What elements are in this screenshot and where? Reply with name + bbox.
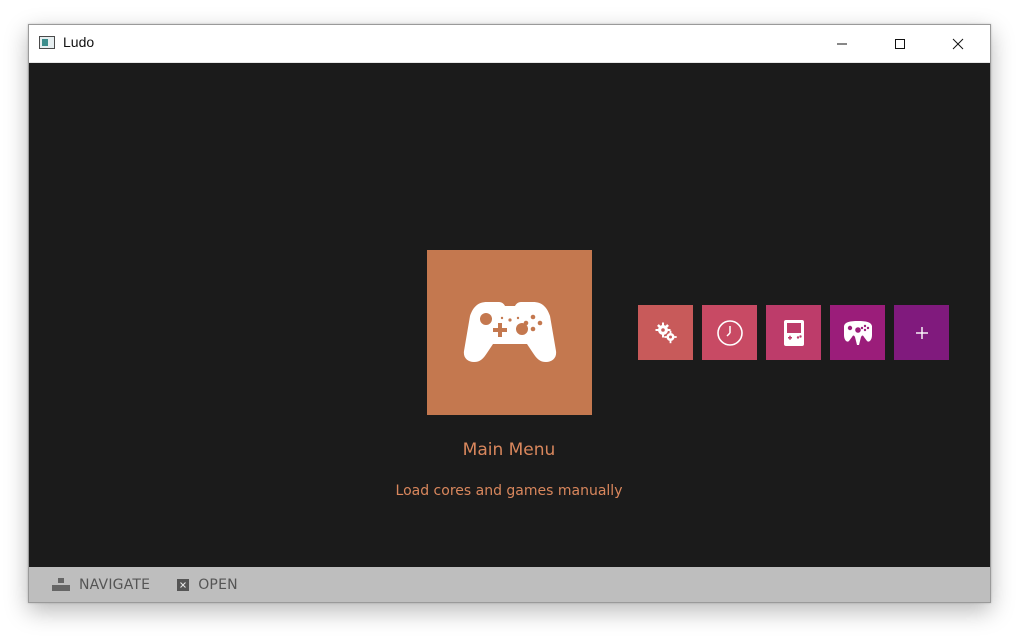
main-menu-tile[interactable]	[427, 250, 592, 415]
close-button[interactable]	[935, 25, 981, 62]
add-tile[interactable]	[894, 305, 949, 360]
close-icon	[952, 38, 964, 49]
app-window-icon	[39, 36, 55, 49]
title-bar[interactable]: Ludo	[29, 25, 990, 63]
n64-controller-icon	[843, 320, 872, 345]
plus-icon	[915, 326, 928, 339]
handheld-console-icon	[783, 319, 804, 346]
minimize-icon	[837, 43, 847, 44]
main-menu-title: Main Menu	[462, 440, 556, 460]
gamepad-icon	[463, 301, 556, 362]
handheld-tile[interactable]	[766, 305, 821, 360]
settings-tile[interactable]	[638, 305, 693, 360]
history-tile[interactable]	[702, 305, 757, 360]
navigate-hint: NAVIGATE	[51, 577, 150, 593]
main-content: Main Menu Load cores and games manually	[29, 63, 990, 567]
main-menu-subtitle: Load cores and games manually	[395, 483, 623, 499]
dpad-icon	[51, 577, 71, 593]
gears-icon	[655, 322, 677, 343]
window-title: Ludo	[63, 34, 95, 50]
console-tile[interactable]	[830, 305, 885, 360]
x-button-icon	[176, 578, 190, 592]
maximize-icon	[895, 38, 905, 49]
minimize-button[interactable]	[819, 25, 865, 62]
clock-icon	[716, 319, 743, 346]
navigate-label: NAVIGATE	[79, 576, 151, 593]
open-label: OPEN	[198, 576, 238, 593]
hint-bar: NAVIGATE OPEN	[29, 567, 990, 602]
open-hint: OPEN	[176, 577, 238, 593]
maximize-button[interactable]	[877, 25, 923, 62]
app-window: Ludo Main Menu Load cores and games manu…	[28, 24, 991, 603]
